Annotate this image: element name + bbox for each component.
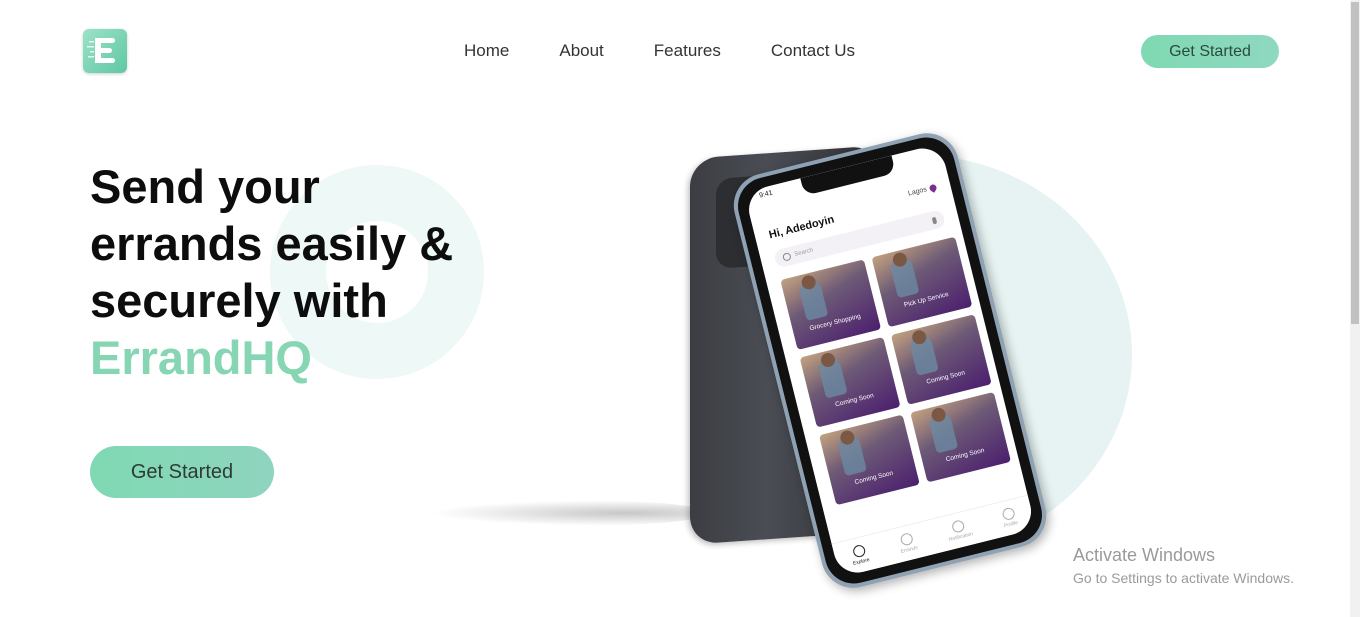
compass-icon [851, 543, 867, 559]
main-nav: Home About Features Contact Us [464, 41, 905, 61]
tab-label: Explore [852, 556, 871, 567]
nav-features[interactable]: Features [654, 41, 721, 61]
hero-headline: Send your errands easily & securely with… [90, 158, 510, 386]
location-pin-icon [928, 183, 938, 193]
service-tile: Coming Soon [910, 391, 1012, 483]
headline-line-3: securely with [90, 274, 388, 327]
microphone-icon [931, 216, 938, 224]
profile-icon [1001, 506, 1016, 522]
watermark-subtitle: Go to Settings to activate Windows. [1073, 570, 1294, 586]
page-scrollbar[interactable] [1350, 0, 1360, 617]
watermark-title: Activate Windows [1073, 545, 1216, 565]
scrollbar-thumb[interactable] [1351, 2, 1359, 324]
activate-windows-watermark: Activate Windows Go to Settings to activ… [1073, 545, 1294, 586]
service-tile: Grocery Shopping [780, 259, 882, 351]
headline-line-1: Send your [90, 160, 320, 213]
tab-label: Profile [1003, 519, 1019, 530]
hero-get-started-button[interactable]: Get Started [90, 446, 274, 498]
bell-icon [951, 519, 966, 534]
nav-home[interactable]: Home [464, 41, 509, 61]
send-icon [899, 532, 914, 547]
headline-line-2: errands easily & [90, 217, 454, 270]
nav-about[interactable]: About [559, 41, 603, 61]
tab-profile: Profile [1000, 506, 1019, 529]
service-tile: Coming Soon [819, 414, 920, 506]
tab-label: Notification [948, 531, 974, 543]
location-label: Lagos [907, 186, 928, 198]
headline-brand: ErrandHQ [90, 331, 312, 384]
service-tile: Pick Up Service [871, 236, 973, 328]
app-tab-bar: Explore Errands Notification Profile [831, 494, 1037, 578]
phone-notch [800, 155, 896, 196]
app-location: Lagos [907, 183, 938, 198]
tab-notification: Notification [945, 518, 974, 543]
tab-errands: Errands [897, 531, 919, 555]
tab-explore: Explore [849, 543, 870, 567]
phone-shadow [430, 500, 710, 526]
service-grid: Grocery Shopping Pick Up Service Coming … [780, 236, 1012, 506]
status-time: 9:41 [758, 189, 774, 200]
tab-label: Errands [900, 544, 919, 555]
service-tile: Coming Soon [890, 314, 992, 405]
nav-contact-us[interactable]: Contact Us [771, 41, 855, 61]
service-tile: Coming Soon [799, 336, 901, 428]
header-get-started-button[interactable]: Get Started [1141, 35, 1279, 68]
errandhq-logo-icon[interactable] [83, 29, 127, 73]
app-search-placeholder: Search [793, 247, 814, 258]
search-icon [782, 252, 792, 262]
